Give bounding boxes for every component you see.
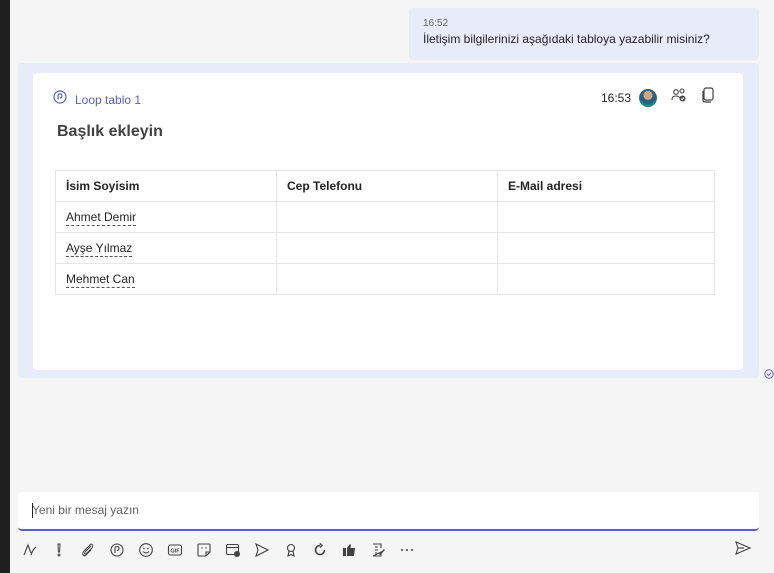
loop-heading[interactable]: Başlık ekleyin bbox=[57, 123, 163, 141]
table-header-row: İsim Soyisim Cep Telefonu E-Mail adresi bbox=[55, 170, 715, 202]
table-cell[interactable]: Ahmet Demir bbox=[55, 201, 277, 233]
updates-icon[interactable] bbox=[312, 542, 328, 558]
share-people-icon[interactable] bbox=[671, 87, 687, 108]
loop-title[interactable]: Loop tablo 1 bbox=[75, 93, 141, 107]
more-icon[interactable] bbox=[399, 542, 415, 558]
compose-toolbar: GIF bbox=[22, 540, 428, 560]
loop-actions: 16:53 bbox=[601, 87, 715, 108]
column-header[interactable]: E-Mail adresi bbox=[497, 170, 715, 202]
table-cell[interactable] bbox=[276, 263, 498, 295]
message-text: İletişim bilgilerinizi aşağıdaki tabloya… bbox=[423, 32, 710, 46]
copy-icon[interactable] bbox=[701, 87, 715, 108]
person-name[interactable]: Ayşe Yılmaz bbox=[66, 241, 133, 257]
table-row: Ahmet Demir bbox=[55, 201, 715, 233]
forms-icon[interactable] bbox=[370, 542, 386, 558]
table-row: Ayşe Yılmaz bbox=[55, 232, 715, 264]
emoji-icon[interactable] bbox=[138, 542, 154, 558]
table-cell[interactable]: Mehmet Can bbox=[55, 263, 277, 295]
table-row: Mehmet Can bbox=[55, 263, 715, 295]
table-cell[interactable] bbox=[276, 201, 498, 233]
compose-box[interactable] bbox=[18, 492, 759, 531]
seen-check-icon bbox=[764, 366, 774, 384]
loop-table[interactable]: İsim Soyisim Cep Telefonu E-Mail adresi … bbox=[55, 170, 715, 295]
table-cell[interactable] bbox=[276, 232, 498, 264]
message-time: 16:52 bbox=[423, 18, 449, 29]
approvals-icon[interactable] bbox=[341, 542, 357, 558]
loop-header[interactable]: Loop tablo 1 bbox=[53, 90, 141, 109]
loop-message-container: Loop tablo 1 16:53 Başlık ekleyin İsim S… bbox=[18, 63, 759, 378]
attach-icon[interactable] bbox=[80, 542, 96, 558]
sticker-icon[interactable] bbox=[196, 542, 212, 558]
table-cell[interactable] bbox=[497, 263, 715, 295]
loop-time: 16:53 bbox=[600, 90, 631, 105]
loop-card[interactable]: Loop tablo 1 16:53 Başlık ekleyin İsim S… bbox=[33, 73, 743, 370]
table-cell[interactable] bbox=[497, 201, 715, 233]
gif-icon[interactable]: GIF bbox=[167, 542, 183, 558]
message-bubble[interactable]: 16:52 İletişim bilgilerinizi aşağıdaki t… bbox=[409, 8, 759, 60]
person-name[interactable]: Ahmet Demir bbox=[66, 210, 137, 226]
table-cell[interactable]: Ayşe Yılmaz bbox=[55, 232, 277, 264]
loop-icon bbox=[53, 90, 67, 109]
format-icon[interactable] bbox=[22, 542, 38, 558]
person-name[interactable]: Mehmet Can bbox=[66, 272, 135, 288]
praise-icon[interactable] bbox=[283, 542, 299, 558]
message-input[interactable] bbox=[32, 503, 632, 517]
table-cell[interactable] bbox=[497, 232, 715, 264]
meet-icon[interactable] bbox=[225, 542, 241, 558]
send-icon[interactable] bbox=[734, 540, 752, 561]
chat-window: 16:52 İletişim bilgilerinizi aşağıdaki t… bbox=[10, 0, 774, 573]
column-header[interactable]: İsim Soyisim bbox=[55, 170, 277, 202]
avatar[interactable] bbox=[639, 88, 657, 107]
loop-icon[interactable] bbox=[109, 542, 125, 558]
column-header[interactable]: Cep Telefonu bbox=[276, 170, 498, 202]
svg-text:GIF: GIF bbox=[170, 549, 180, 555]
text-caret bbox=[32, 503, 33, 518]
important-icon[interactable] bbox=[51, 542, 67, 558]
send-later-icon[interactable] bbox=[254, 542, 270, 558]
